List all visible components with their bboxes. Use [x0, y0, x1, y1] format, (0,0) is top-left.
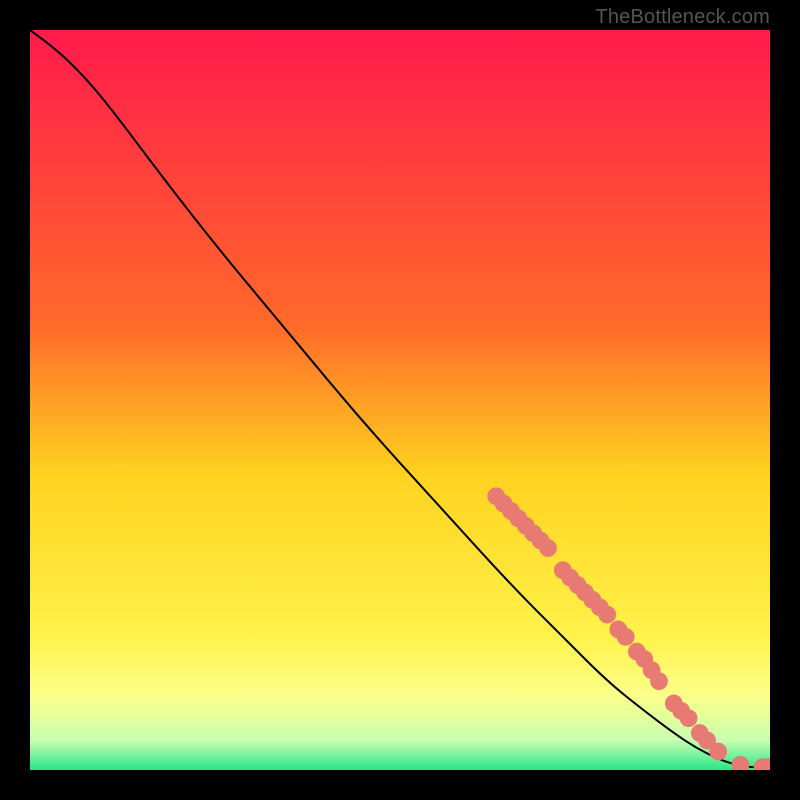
- chart-svg: [30, 30, 770, 770]
- marker-point: [539, 539, 557, 557]
- watermark-text: TheBottleneck.com: [595, 6, 770, 29]
- marker-point: [598, 606, 616, 624]
- marker-point: [680, 709, 698, 727]
- marker-point: [650, 672, 668, 690]
- marker-point: [709, 743, 727, 761]
- plot-area: [30, 30, 770, 770]
- chart-frame: TheBottleneck.com: [0, 0, 800, 800]
- marker-point: [617, 628, 635, 646]
- gradient-background: [30, 30, 770, 770]
